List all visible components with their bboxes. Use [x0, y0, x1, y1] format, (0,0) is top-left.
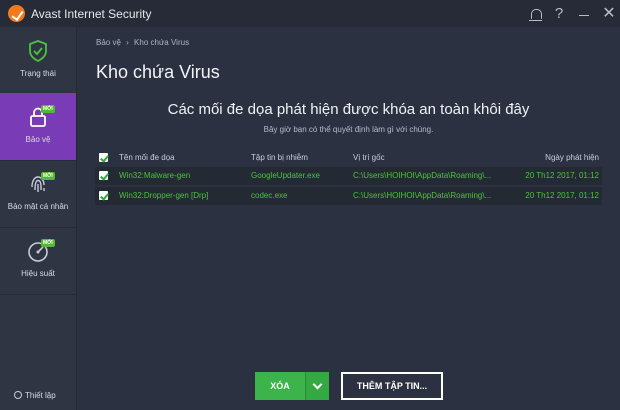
- avast-logo-icon: [8, 5, 25, 22]
- sidebar-item-label: Bảo vệ: [25, 135, 51, 144]
- threat-name: Win32:Dropper-gen [Drp]: [119, 191, 209, 200]
- threats-table: Tên mối đe dọa Tập tin bị nhiễm Vị trí g…: [95, 147, 602, 207]
- delete-button-label: XÓA: [270, 381, 290, 391]
- sidebar-item-status[interactable]: Trạng thái: [0, 27, 76, 94]
- new-badge: MỚI: [41, 105, 55, 113]
- minimize-button[interactable]: [574, 4, 594, 24]
- help-button[interactable]: ?: [549, 4, 569, 24]
- original-location: C:\Users\HOIHOI\AppData\Roaming\...: [353, 191, 492, 200]
- breadcrumb-separator: ›: [126, 38, 129, 47]
- close-button[interactable]: ✕: [599, 4, 619, 24]
- detection-date: 20 Th12 2017, 01:12: [525, 191, 599, 200]
- add-file-button[interactable]: THÊM TẬP TIN...: [341, 372, 443, 400]
- page-title: Kho chứa Virus: [96, 62, 220, 82]
- new-badge: MỚI: [41, 172, 55, 180]
- settings-link[interactable]: Thiết lập: [14, 391, 56, 400]
- sidebar-item-performance[interactable]: MỚI Hiệu suất: [0, 227, 76, 294]
- app-title: Avast Internet Security: [31, 7, 152, 21]
- shield-check-icon: [29, 40, 47, 63]
- divider: [0, 294, 76, 295]
- sidebar-item-privacy[interactable]: MỚI Bảo mật cá nhân: [0, 160, 76, 227]
- subheadline: Bây giờ bạn có thể quyết định làm gì với…: [263, 125, 434, 134]
- sidebar-item-label: Hiệu suất: [21, 269, 55, 278]
- table-row[interactable]: Win32:Dropper-gen [Drp] codec.exe C:\Use…: [95, 187, 602, 205]
- notifications-bell-icon[interactable]: [526, 4, 546, 24]
- column-header-name[interactable]: Tên mối đe dọa: [119, 153, 244, 162]
- column-header-path[interactable]: Vị trí gốc: [353, 153, 499, 162]
- title-bar: Avast Internet Security ? ✕: [0, 0, 620, 27]
- delete-button[interactable]: XÓA: [255, 372, 305, 400]
- select-all-checkbox[interactable]: [99, 153, 108, 162]
- sidebar-item-protection[interactable]: MỚI Bảo vệ: [0, 93, 76, 160]
- headline: Các mối đe dọa phát hiện được khóa an to…: [167, 101, 530, 118]
- original-location: C:\Users\HOIHOI\AppData\Roaming\...: [353, 171, 492, 180]
- infected-file: GoogleUpdater.exe: [251, 171, 320, 180]
- table-header-row: Tên mối đe dọa Tập tin bị nhiễm Vị trí g…: [95, 147, 602, 167]
- threat-name: Win32:Malware-gen: [119, 171, 191, 180]
- gear-icon: [14, 391, 22, 399]
- column-header-file[interactable]: Tập tin bị nhiễm: [251, 153, 346, 162]
- breadcrumb-current: Kho chứa Virus: [134, 38, 190, 47]
- table-row[interactable]: Win32:Malware-gen GoogleUpdater.exe C:\U…: [95, 167, 602, 185]
- column-header-date[interactable]: Ngày phát hiện: [545, 153, 599, 162]
- sidebar-item-label: Bảo mật cá nhân: [7, 202, 69, 211]
- breadcrumb-parent-link[interactable]: Bảo vệ: [96, 38, 121, 47]
- infected-file: codec.exe: [251, 191, 288, 200]
- detection-date: 20 Th12 2017, 01:12: [525, 171, 599, 180]
- row-checkbox[interactable]: [99, 171, 108, 180]
- chevron-down-icon: [312, 379, 323, 390]
- sidebar: Trạng thái MỚI Bảo vệ MỚI Bảo mật cá nhâ…: [0, 27, 77, 410]
- breadcrumb: Bảo vệ › Kho chứa Virus: [96, 38, 189, 47]
- settings-label: Thiết lập: [25, 391, 56, 400]
- new-badge: MỚI: [41, 239, 55, 247]
- row-checkbox[interactable]: [99, 191, 108, 200]
- delete-options-dropdown[interactable]: [305, 372, 329, 400]
- sidebar-item-label: Trạng thái: [20, 69, 56, 78]
